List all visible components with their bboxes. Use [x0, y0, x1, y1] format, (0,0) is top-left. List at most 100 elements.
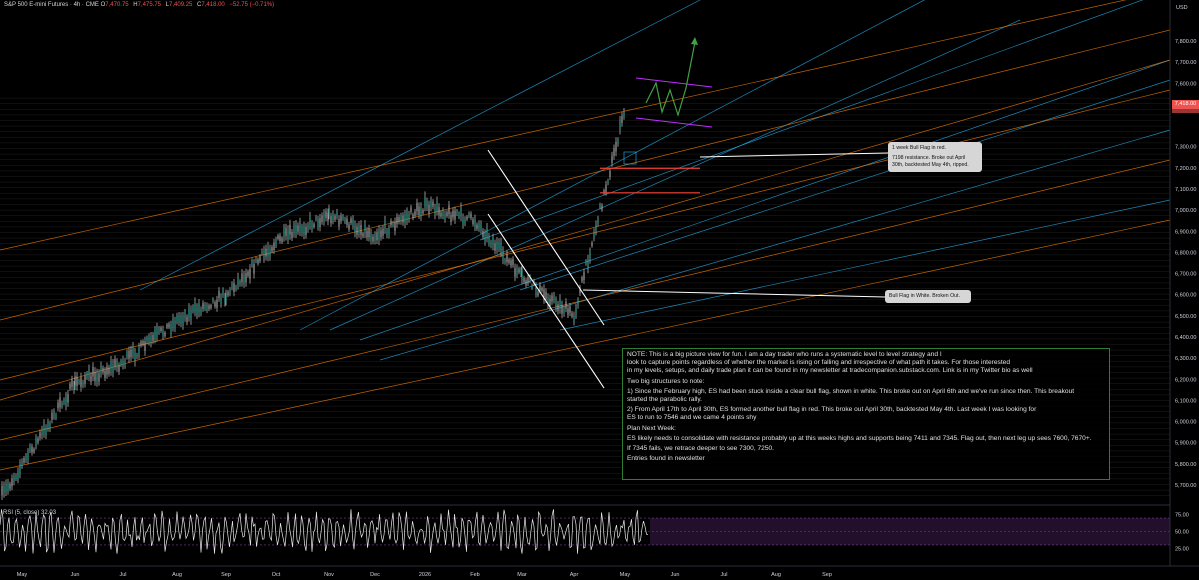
- price-tick-label: 6,900.00: [1175, 229, 1196, 235]
- candle-body: [156, 327, 158, 337]
- note-plan-heading: Plan Next Week:: [627, 424, 676, 432]
- candle-body: [470, 213, 472, 219]
- candle-body: [615, 142, 617, 152]
- price-tick-label: 7,600.00: [1175, 81, 1196, 87]
- candle-body: [269, 248, 271, 257]
- candle-body: [299, 222, 301, 232]
- candle-body: [150, 335, 152, 344]
- candle-body: [231, 283, 233, 289]
- candle-body: [593, 231, 595, 239]
- candle-body: [126, 352, 128, 358]
- candle-body: [92, 367, 94, 377]
- candle-body: [563, 308, 565, 314]
- candle-body: [15, 475, 17, 480]
- price-tick-label: 6,600.00: [1175, 293, 1196, 299]
- candle-body: [47, 421, 49, 429]
- candle-body: [59, 397, 61, 408]
- candle-body: [356, 227, 358, 235]
- candle-body: [279, 235, 281, 241]
- candle-body: [227, 291, 229, 296]
- candle-body: [402, 215, 404, 223]
- candle-body: [311, 223, 313, 230]
- candle-body: [617, 139, 619, 145]
- candle-body: [291, 232, 293, 238]
- candle-body: [110, 360, 112, 371]
- candle-body: [283, 228, 285, 238]
- white-flag-callout-text: Bull Flag in White. Broken Out.: [889, 293, 960, 299]
- candle-body: [11, 478, 13, 487]
- candle-body: [80, 377, 82, 387]
- candle-body: [275, 239, 277, 246]
- symbol-label: S&P 500 E-mini Futures · 4h · CME: [4, 2, 99, 8]
- time-tick-label: Feb: [470, 572, 479, 578]
- time-tick-label: May: [17, 572, 28, 578]
- white-flag-callout[interactable]: Bull Flag in White. Broken Out.: [885, 290, 971, 303]
- candle-body: [78, 380, 80, 384]
- time-tick-label: Mar: [517, 572, 527, 578]
- candle-body: [585, 260, 587, 265]
- price-tick-label: 5,700.00: [1175, 483, 1196, 489]
- candle-body: [424, 196, 426, 207]
- candle-body: [166, 324, 168, 328]
- note-entries: Entries found in newsletter: [627, 455, 705, 463]
- support-line: [0, 89, 1171, 381]
- candle-body: [13, 475, 15, 483]
- candle-body: [591, 242, 593, 247]
- candle-body: [285, 227, 287, 237]
- candle-body: [607, 180, 609, 184]
- candle-body: [136, 354, 138, 358]
- time-tick-label: Apr: [570, 572, 579, 578]
- channel-line: [559, 199, 1171, 331]
- red-flag-callout[interactable]: 1 week Bull Flag in red. 7198 resistance…: [888, 142, 982, 172]
- candle-body: [462, 217, 464, 225]
- candle-body: [567, 308, 569, 315]
- candle-body: [492, 237, 494, 247]
- candle-body: [613, 148, 615, 156]
- channel-line: [359, 59, 1171, 341]
- candle-body: [134, 352, 136, 362]
- candle-body: [460, 207, 462, 217]
- candle-body: [39, 432, 41, 438]
- candle-body: [35, 438, 37, 446]
- candle-body: [364, 224, 366, 234]
- time-tick-label: Sep: [822, 572, 832, 578]
- candle-body: [114, 359, 116, 367]
- chart-canvas[interactable]: 7,800.007,700.007,600.007,500.007,300.00…: [0, 0, 1199, 580]
- candle-body: [265, 248, 267, 257]
- candle-body: [354, 224, 356, 234]
- candle-body: [577, 300, 579, 306]
- price-tick-label: 7,100.00: [1175, 187, 1196, 193]
- candle-body: [531, 285, 533, 289]
- purple-flag-top-line: [635, 77, 713, 88]
- candle-body: [192, 306, 194, 312]
- candle-body: [31, 446, 33, 453]
- candle-body: [1, 485, 3, 496]
- candle-body: [416, 202, 418, 212]
- candle-body: [494, 243, 496, 251]
- candle-body: [23, 458, 25, 463]
- candle-body: [521, 269, 523, 280]
- candle-body: [502, 250, 504, 260]
- price-tag-countdown: [1172, 109, 1199, 113]
- candle-body: [418, 206, 420, 215]
- candle-body: [450, 215, 452, 222]
- candle-body: [100, 365, 102, 374]
- price-tick-label: 7,700.00: [1175, 60, 1196, 66]
- candle-body: [338, 219, 340, 227]
- candle-body: [71, 379, 73, 387]
- rsi-legend: RSI (5, close) 32.03: [3, 510, 56, 516]
- note-box[interactable]: NOTE: This is a big picture view for fun…: [622, 348, 1110, 480]
- candle-body: [239, 281, 241, 285]
- candle-body: [599, 204, 601, 208]
- candle-body: [273, 242, 275, 250]
- candle-body: [106, 366, 108, 375]
- price-candles: [1, 108, 625, 500]
- candle-body: [184, 312, 186, 319]
- candle-body: [458, 213, 460, 218]
- rsi-tick-label: 25.00: [1175, 546, 1189, 552]
- candle-body: [164, 332, 166, 337]
- red-flag-callout-body: 7198 resistance. Broke out April 30th, b…: [892, 155, 969, 168]
- candle-body: [557, 304, 559, 312]
- price-tick-label: 7,000.00: [1175, 208, 1196, 214]
- candle-body: [128, 350, 130, 359]
